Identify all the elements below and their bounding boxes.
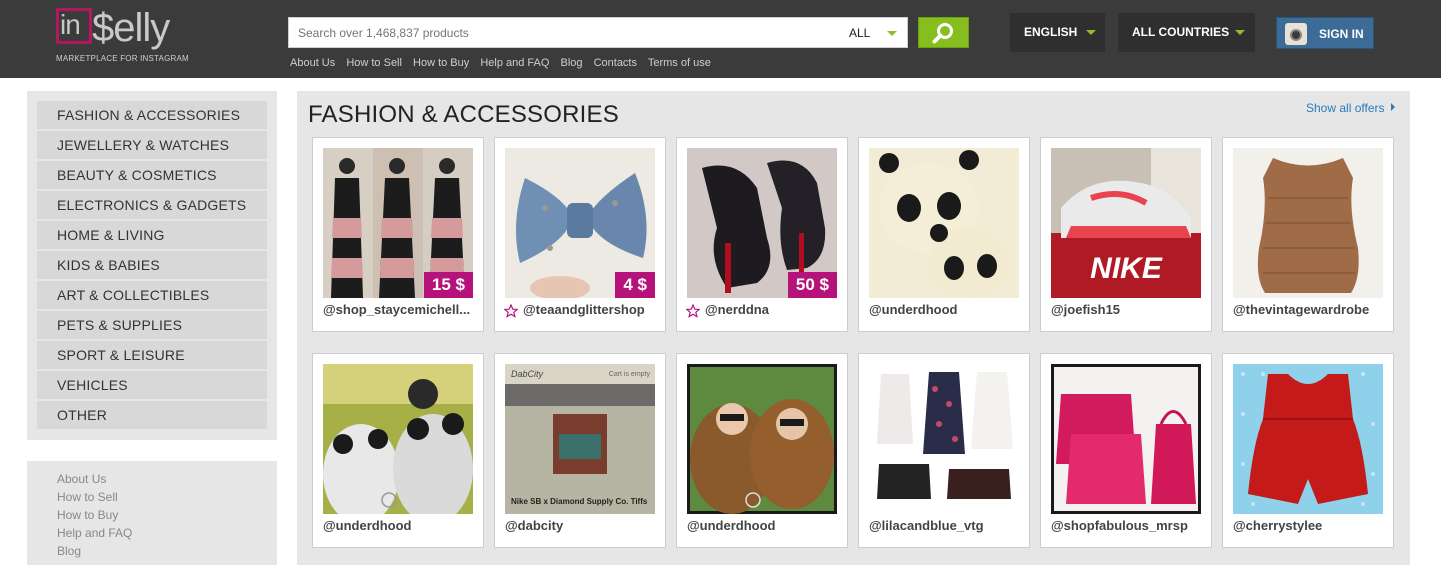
product-card[interactable]: @shopfabulous_mrsp	[1040, 353, 1212, 548]
product-username[interactable]: @joefish15	[1051, 302, 1203, 317]
show-all-label: Show all offers	[1306, 101, 1385, 115]
product-image-nike-sneakers[interactable]: NIKE	[1051, 148, 1201, 298]
app-cart-status: Cart is empty	[609, 371, 651, 378]
price-badge: 15 $	[423, 272, 473, 298]
product-image-couple-bear-hoodies[interactable]	[687, 364, 837, 514]
price-badge: 4 $	[615, 272, 655, 298]
nav-help-faq[interactable]: Help and FAQ	[480, 57, 549, 69]
site-header: in $elly MARKETPLACE FOR INSTAGRAM ALL A…	[0, 0, 1441, 78]
product-username[interactable]: @underdhood	[323, 518, 475, 533]
product-username[interactable]: @thevintagewardrobe	[1233, 302, 1385, 317]
site-logo[interactable]: in $elly MARKETPLACE FOR INSTAGRAM	[56, 6, 196, 68]
sidebar-item-sport[interactable]: SPORT & LEISURE	[37, 341, 267, 369]
product-image-maxi-dresses[interactable]: 15 $	[323, 148, 473, 298]
favorite-star-icon[interactable]	[504, 304, 518, 318]
sidebar-item-home[interactable]: HOME & LIVING	[37, 221, 267, 249]
chevron-down-icon	[1235, 30, 1245, 35]
product-username[interactable]: @dabcity	[505, 518, 657, 533]
sidebar-item-jewellery[interactable]: JEWELLERY & WATCHES	[37, 131, 267, 159]
sidebar-link-how-to-sell[interactable]: How to Sell	[57, 490, 118, 504]
product-card[interactable]: @underdhood	[312, 353, 484, 548]
sidebar-link-how-to-buy[interactable]: How to Buy	[57, 508, 118, 522]
nav-contacts[interactable]: Contacts	[594, 57, 637, 69]
product-username[interactable]: @cherrystylee	[1233, 518, 1385, 533]
sign-in-button[interactable]: SIGN IN	[1276, 17, 1374, 49]
product-image-red-romper[interactable]	[1233, 364, 1383, 514]
sidebar-item-electronics[interactable]: ELECTRONICS & GADGETS	[37, 191, 267, 219]
top-nav-links: About Us How to Sell How to Buy Help and…	[290, 57, 719, 69]
sign-in-label: SIGN IN	[1319, 27, 1364, 41]
sidebar-item-kids[interactable]: KIDS & BABIES	[37, 251, 267, 279]
search-scope-select[interactable]: ALL	[849, 26, 870, 40]
product-card[interactable]: @underdhood	[858, 137, 1030, 332]
sidebar-link-about[interactable]: About Us	[57, 472, 106, 486]
sidebar-item-art[interactable]: ART & COLLECTIBLES	[37, 281, 267, 309]
sidebar-item-vehicles[interactable]: VEHICLES	[37, 371, 267, 399]
sidebar-links: About Us How to Sell How to Buy Help and…	[27, 461, 277, 565]
product-username[interactable]: @nerddna	[705, 302, 839, 317]
nav-how-to-sell[interactable]: How to Sell	[346, 57, 402, 69]
search-button[interactable]	[918, 17, 969, 48]
app-caption: Nike SB x Diamond Supply Co. Tiffs	[511, 497, 648, 506]
section-title: FASHION & ACCESSORIES	[308, 101, 619, 128]
product-username[interactable]: @shop_staycemichell...	[323, 302, 475, 317]
product-card[interactable]: 4 $ @teaandglittershop	[494, 137, 666, 332]
search-icon	[932, 23, 953, 44]
logo-tagline: MARKETPLACE FOR INSTAGRAM	[56, 54, 189, 63]
favorite-star-icon[interactable]	[686, 304, 700, 318]
product-username[interactable]: @teaandglittershop	[523, 302, 657, 317]
product-image-hair-bow[interactable]: 4 $	[505, 148, 655, 298]
language-label: ENGLISH	[1024, 25, 1078, 39]
category-sidebar: FASHION & ACCESSORIES JEWELLERY & WATCHE…	[27, 91, 277, 440]
chevron-down-icon[interactable]	[887, 31, 897, 36]
product-card[interactable]: 50 $ @nerddna	[676, 137, 848, 332]
product-image-couple-panda-hoodies[interactable]	[323, 364, 473, 514]
chevron-down-icon	[1086, 30, 1096, 35]
country-label: ALL COUNTRIES	[1132, 25, 1230, 39]
nav-terms[interactable]: Terms of use	[648, 57, 711, 69]
product-username[interactable]: @lilacandblue_vtg	[869, 518, 1021, 533]
product-card[interactable]: @underdhood	[676, 353, 848, 548]
sidebar-link-help-faq[interactable]: Help and FAQ	[57, 526, 132, 540]
price-badge: 50 $	[787, 272, 837, 298]
product-image-heels[interactable]: 50 $	[687, 148, 837, 298]
product-card[interactable]: @lilacandblue_vtg	[858, 353, 1030, 548]
product-card[interactable]: NIKE @joefish15	[1040, 137, 1212, 332]
product-card[interactable]: @thevintagewardrobe	[1222, 137, 1394, 332]
nav-blog[interactable]: Blog	[560, 57, 582, 69]
country-select[interactable]: ALL COUNTRIES	[1118, 13, 1255, 52]
logo-in-text: in	[60, 9, 81, 40]
product-image-app-screenshot[interactable]: DabCity Cart is empty Nike SB x Diamond …	[505, 364, 655, 514]
sidebar-item-other[interactable]: OTHER	[37, 401, 267, 429]
product-username[interactable]: @shopfabulous_mrsp	[1051, 518, 1203, 533]
sidebar-item-beauty[interactable]: BEAUTY & COSMETICS	[37, 161, 267, 189]
show-all-offers-link[interactable]: Show all offers	[1306, 101, 1395, 115]
product-section: FASHION & ACCESSORIES Show all offers 15…	[297, 91, 1410, 565]
svg-text:NIKE: NIKE	[1090, 252, 1163, 285]
nav-about-us[interactable]: About Us	[290, 57, 335, 69]
sidebar-item-fashion[interactable]: FASHION & ACCESSORIES	[37, 101, 267, 129]
product-image-pink-handbags[interactable]	[1051, 364, 1201, 514]
product-image-knit-top[interactable]	[1233, 148, 1383, 298]
instagram-icon	[1285, 23, 1307, 45]
product-username[interactable]: @underdhood	[869, 302, 1021, 317]
logo-wordmark: $elly	[92, 6, 170, 50]
nav-how-to-buy[interactable]: How to Buy	[413, 57, 469, 69]
language-select[interactable]: ENGLISH	[1010, 13, 1105, 52]
app-brand: DabCity	[511, 369, 544, 379]
sidebar-item-pets[interactable]: PETS & SUPPLIES	[37, 311, 267, 339]
product-card[interactable]: @cherrystylee	[1222, 353, 1394, 548]
product-username[interactable]: @underdhood	[687, 518, 839, 533]
product-card[interactable]: DabCity Cart is empty Nike SB x Diamond …	[494, 353, 666, 548]
sidebar-link-blog[interactable]: Blog	[57, 544, 81, 558]
product-image-panda-hoodie[interactable]	[869, 148, 1019, 298]
product-card[interactable]: 15 $ @shop_staycemichell...	[312, 137, 484, 332]
search-input[interactable]	[289, 18, 829, 47]
chevron-right-icon	[1390, 103, 1395, 111]
search-box: ALL	[288, 17, 908, 48]
product-image-vintage-dresses[interactable]	[869, 364, 1019, 514]
